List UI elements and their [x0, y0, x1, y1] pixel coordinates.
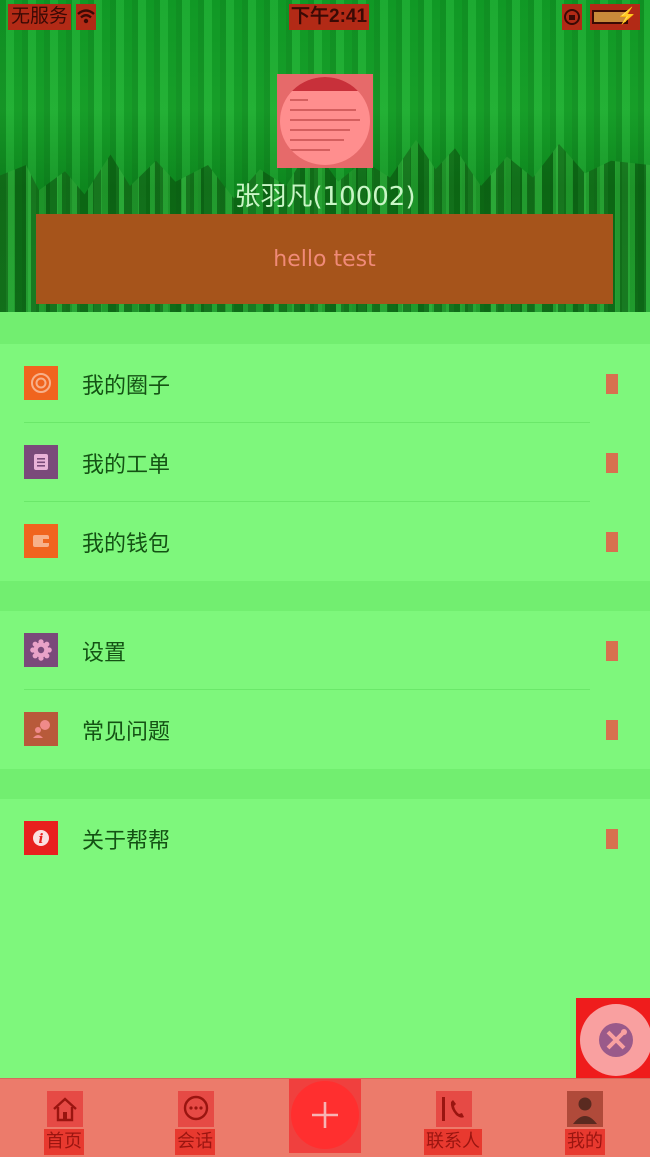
menu-item-label: 关于帮帮: [82, 828, 171, 854]
tab-chat[interactable]: 会话: [175, 1079, 219, 1157]
tools-icon: [580, 1004, 650, 1076]
menu-item-label: 常见问题: [82, 719, 171, 745]
tab-bar: 首页 会话 联系人 我的: [0, 1078, 650, 1157]
signature-box[interactable]: hello test: [36, 214, 613, 304]
menu-item-label: 我的钱包: [82, 531, 171, 557]
battery-icon: ⚡: [590, 4, 640, 30]
menu-group-settings: 设置 常见问题: [0, 611, 650, 769]
floating-tool-button[interactable]: [576, 998, 650, 1084]
chevron-right-icon: [606, 453, 618, 473]
add-button[interactable]: [289, 1079, 361, 1153]
tab-mine[interactable]: 我的: [565, 1079, 605, 1157]
section-gap: [0, 769, 650, 799]
chevron-right-icon: [606, 532, 618, 552]
info-icon: i: [24, 821, 58, 855]
menu-item-label: 设置: [82, 640, 127, 666]
tab-label: 首页: [44, 1129, 84, 1155]
menu-item-label: 我的工单: [82, 452, 171, 478]
signature-text: hello test: [273, 246, 376, 272]
menu-item-faq[interactable]: 常见问题: [0, 690, 650, 769]
chevron-right-icon: [606, 374, 618, 394]
tab-label: 会话: [175, 1129, 215, 1155]
circle-icon: [24, 366, 58, 400]
clock-label: 下午2:41: [289, 4, 370, 30]
person-icon: [567, 1091, 603, 1127]
menu-item-label: 我的圈子: [82, 373, 171, 399]
rotation-lock-icon: [562, 4, 582, 30]
carrier-label: 无服务: [8, 4, 72, 30]
chevron-right-icon: [606, 829, 618, 849]
avatar[interactable]: [277, 74, 373, 168]
profile-header: 无服务 下午2:41 ⚡ 张羽凡(10002) hello test: [0, 0, 650, 312]
section-gap: [0, 581, 650, 611]
wifi-icon: [76, 4, 96, 30]
menu-item-about[interactable]: i 关于帮帮: [0, 799, 650, 878]
tab-home[interactable]: 首页: [44, 1079, 88, 1157]
menu-item-settings[interactable]: 设置: [0, 611, 650, 690]
document-icon: [24, 445, 58, 479]
chevron-right-icon: [606, 641, 618, 661]
tab-contacts[interactable]: 联系人: [424, 1079, 484, 1157]
tab-label: 我的: [565, 1129, 605, 1155]
menu-item-tickets[interactable]: 我的工单: [0, 423, 650, 502]
phone-book-icon: [436, 1091, 472, 1127]
home-icon: [47, 1091, 83, 1127]
chat-bubble-icon: [178, 1091, 214, 1127]
menu-group-about: i 关于帮帮: [0, 799, 650, 878]
menu-item-wallet[interactable]: 我的钱包: [0, 502, 650, 581]
section-gap: [0, 312, 650, 344]
menu-group-account: 我的圈子 我的工单 我的钱包: [0, 344, 650, 581]
wallet-icon: [24, 524, 58, 558]
question-icon: [24, 712, 58, 746]
chevron-right-icon: [606, 720, 618, 740]
plus-icon: [291, 1081, 359, 1149]
gear-icon: [24, 633, 58, 667]
tab-label: 联系人: [424, 1129, 482, 1155]
status-bar: 无服务 下午2:41 ⚡: [0, 0, 650, 34]
user-name: 张羽凡(10002): [234, 182, 416, 212]
svg-text:i: i: [39, 832, 44, 847]
menu-item-circle[interactable]: 我的圈子: [0, 344, 650, 423]
